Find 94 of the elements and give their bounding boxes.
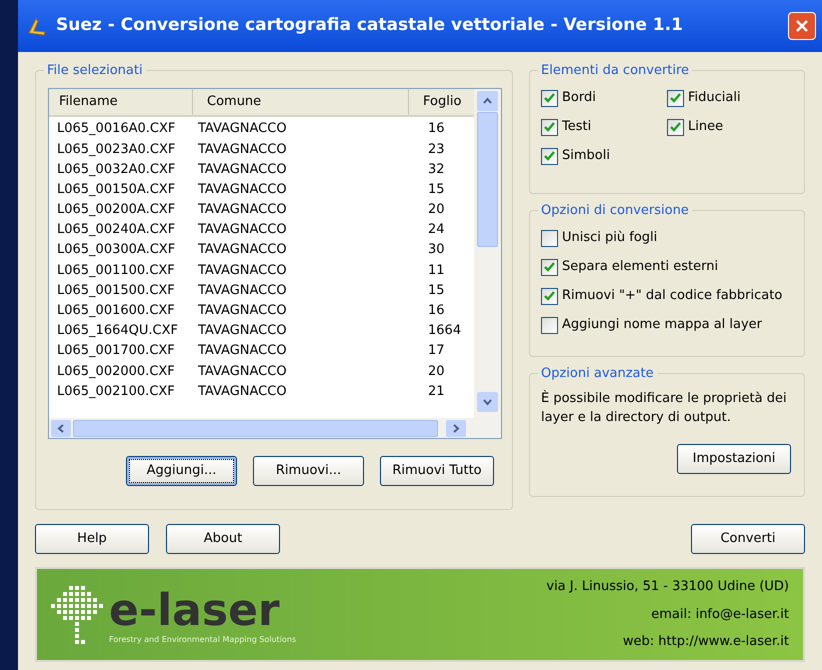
close-icon xyxy=(795,19,809,33)
settings-button[interactable]: Impostazioni xyxy=(677,444,791,474)
contact-text: email: info@e-laser.it xyxy=(651,606,789,624)
close-button[interactable] xyxy=(788,12,816,40)
table-cell-text: L065_002000.CXF xyxy=(56,362,176,381)
check-icon xyxy=(670,93,681,103)
logo-text: e-laser xyxy=(109,588,281,634)
scroll-left-button[interactable] xyxy=(51,420,71,436)
checkbox-label[interactable]: Simboli xyxy=(562,146,610,166)
checkbox-label[interactable]: Rimuovi "+" dal codice fabbricato xyxy=(562,286,782,306)
dialog-button[interactable]: Help xyxy=(35,524,149,554)
table-cell-text: TAVAGNACCO xyxy=(197,221,288,240)
table-cell-text: TAVAGNACCO xyxy=(197,201,288,220)
vertical-scrollbar[interactable] xyxy=(474,89,501,438)
list-action-button[interactable]: Rimuovi Tutto xyxy=(380,456,494,486)
table-cell-text: 11 xyxy=(427,262,446,280)
table-cell-text: TAVAGNACCO xyxy=(197,322,288,340)
table-cell-text: L065_0032A0.CXF xyxy=(56,160,176,179)
checkbox-label[interactable]: Aggiungi nome mappa al layer xyxy=(562,315,762,335)
table-cell-text: TAVAGNACCO xyxy=(197,382,288,401)
table-cell-text: L065_00300A.CXF xyxy=(56,241,176,260)
checkbox[interactable] xyxy=(541,258,558,276)
table-cell-text: 32 xyxy=(427,160,446,179)
table-cell-text: 21 xyxy=(427,382,446,401)
table-cell-text: TAVAGNACCO xyxy=(197,342,288,360)
table-cell-text: L065_1664QU.CXF xyxy=(56,322,179,340)
check-icon xyxy=(544,291,555,301)
table-cell-text: L065_001600.CXF xyxy=(56,302,176,320)
table-cell-text: L065_001700.CXF xyxy=(56,342,176,360)
table-cell-text: 15 xyxy=(427,180,446,199)
table-cell-text: 1664 xyxy=(427,322,462,340)
table-cell-text: TAVAGNACCO xyxy=(197,362,288,381)
table-cell-text: L065_00150A.CXF xyxy=(56,180,176,199)
table-cell-text: 16 xyxy=(427,120,446,138)
scroll-thumb[interactable] xyxy=(73,420,438,436)
tree-logo-icon xyxy=(51,584,103,646)
checkbox-label[interactable]: Bordi xyxy=(562,88,596,108)
checkbox[interactable] xyxy=(541,316,558,334)
check-icon xyxy=(544,122,555,132)
scroll-down-button[interactable] xyxy=(477,392,498,412)
checkbox[interactable] xyxy=(541,118,558,136)
checkbox-label[interactable]: Separa elementi esterni xyxy=(562,257,718,277)
table-cell-text: TAVAGNACCO xyxy=(197,241,288,260)
scroll-up-button[interactable] xyxy=(477,91,498,111)
check-icon xyxy=(670,122,681,132)
checkbox-label[interactable]: Fiduciali xyxy=(688,88,741,108)
table-cell-text: L065_001500.CXF xyxy=(56,282,176,300)
list-action-button[interactable]: Aggiungi... xyxy=(126,456,237,486)
contact-text: web: http://www.e-laser.it xyxy=(622,633,789,652)
list-action-button[interactable]: Rimuovi... xyxy=(253,456,364,486)
description-text: È possibile modificare le proprietà dei layer e la directory di output. xyxy=(541,389,788,427)
contact-text: via J. Linussio, 51 - 33100 Udine (UD) xyxy=(546,578,789,596)
table-cell-text: L065_0023A0.CXF xyxy=(56,140,176,159)
table-cell-text: 16 xyxy=(427,302,446,320)
horizontal-scrollbar[interactable] xyxy=(49,418,474,438)
table-cell-text: 15 xyxy=(427,282,446,300)
table-cell-text: TAVAGNACCO xyxy=(197,160,288,179)
check-icon xyxy=(544,93,555,103)
table-cell-text: L065_00240A.CXF xyxy=(56,221,176,240)
checkbox[interactable] xyxy=(541,148,558,164)
window-title: Suez - Conversione cartografia catastale vettoriale - Versione 1.1 xyxy=(56,14,684,38)
checkbox-label[interactable]: Unisci più fogli xyxy=(562,228,658,248)
check-icon xyxy=(544,151,555,161)
table-cell-text: 23 xyxy=(427,140,446,159)
table-cell-text: L065_002100.CXF xyxy=(56,382,176,401)
table-cell-text: TAVAGNACCO xyxy=(197,180,288,199)
table-cell-text: L065_001100.CXF xyxy=(56,262,176,280)
scroll-thumb[interactable] xyxy=(477,112,498,247)
table-cell-text: TAVAGNACCO xyxy=(197,140,288,159)
dialog-button[interactable]: About xyxy=(166,524,280,554)
checkbox[interactable] xyxy=(667,118,684,136)
checkbox-label[interactable]: Linee xyxy=(688,117,724,137)
table-cell-text: 20 xyxy=(427,362,446,381)
table-cell-text: TAVAGNACCO xyxy=(197,302,288,320)
column-header[interactable]: Comune xyxy=(192,89,408,115)
convert-button[interactable]: Converti xyxy=(691,524,805,554)
checkbox-label[interactable]: Testi xyxy=(562,117,592,137)
table-cell-text: L065_00200A.CXF xyxy=(56,201,176,220)
scroll-right-button[interactable] xyxy=(446,420,466,436)
table-cell-text: TAVAGNACCO xyxy=(197,282,288,300)
checkbox[interactable] xyxy=(541,230,558,246)
table-cell-text: TAVAGNACCO xyxy=(197,262,288,280)
checkbox[interactable] xyxy=(541,90,558,106)
checkbox[interactable] xyxy=(541,288,558,304)
table-cell-text: 24 xyxy=(427,221,446,240)
table-cell-text: TAVAGNACCO xyxy=(197,120,288,138)
column-header[interactable]: Filename xyxy=(49,89,192,115)
checkbox[interactable] xyxy=(667,90,684,106)
table-cell-text: 30 xyxy=(427,241,446,260)
table-cell-text: 20 xyxy=(427,201,446,220)
tagline: Forestry and Environmental Mapping Solutions xyxy=(109,634,296,646)
table-cell-text: L065_0016A0.CXF xyxy=(56,120,176,138)
check-icon xyxy=(544,262,555,272)
table-cell-text: 17 xyxy=(427,342,446,360)
